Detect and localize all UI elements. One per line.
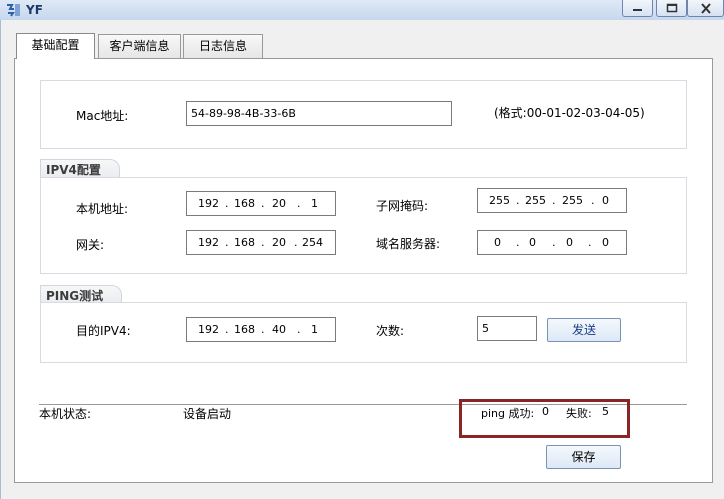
ping-count-input[interactable]: 5: [477, 316, 537, 341]
ipv4-section-title: IPV4配置: [40, 159, 120, 179]
ping-target-input[interactable]: 192. 168. 40. 1: [186, 317, 336, 342]
ping-fail-value: 5: [602, 405, 609, 418]
send-button[interactable]: 发送: [547, 318, 621, 342]
subnet-mask-input[interactable]: 255. 255. 255. 0: [477, 188, 627, 213]
dns-label: 域名服务器:: [376, 237, 441, 251]
maximize-button[interactable]: [656, 0, 687, 17]
local-ip-input[interactable]: 192. 168. 20. 1: [186, 191, 336, 216]
minimize-button[interactable]: [622, 0, 653, 17]
title-bar: YF: [0, 0, 724, 20]
mac-input[interactable]: 54-89-98-4B-33-6B: [186, 101, 452, 126]
close-button[interactable]: [687, 0, 724, 17]
mac-label: Mac地址:: [76, 109, 129, 123]
gateway-label: 网关:: [76, 238, 105, 252]
status-label: 本机状态:: [39, 407, 92, 421]
mac-format-hint: (格式:00-01-02-03-04-05): [494, 106, 645, 120]
dns-input[interactable]: 0. 0. 0. 0: [477, 230, 627, 255]
gateway-input[interactable]: 192. 168. 20. 254: [186, 230, 336, 255]
local-ip-label: 本机地址:: [76, 202, 129, 216]
minimize-icon: [633, 9, 642, 11]
close-icon: [701, 3, 711, 14]
status-value: 设备启动: [183, 407, 232, 421]
ping-target-label: 目的IPV4:: [76, 324, 131, 338]
tab-log-info[interactable]: 日志信息: [183, 34, 263, 58]
window-title: YF: [26, 3, 43, 17]
ping-fail-label: 失败:: [566, 407, 592, 420]
ping-success-label: ping 成功:: [481, 407, 535, 420]
app-logo-icon: [7, 4, 20, 17]
tab-panel: Mac地址: 54-89-98-4B-33-6B (格式:00-01-02-03…: [14, 58, 713, 483]
tab-client-info[interactable]: 客户端信息: [98, 34, 181, 58]
subnet-mask-label: 子网掩码:: [376, 199, 429, 213]
save-button[interactable]: 保存: [546, 445, 621, 469]
ping-count-label: 次数:: [376, 324, 405, 338]
tab-basic-config[interactable]: 基础配置: [16, 33, 95, 59]
ping-success-value: 0: [542, 405, 549, 418]
maximize-icon: [666, 3, 678, 13]
